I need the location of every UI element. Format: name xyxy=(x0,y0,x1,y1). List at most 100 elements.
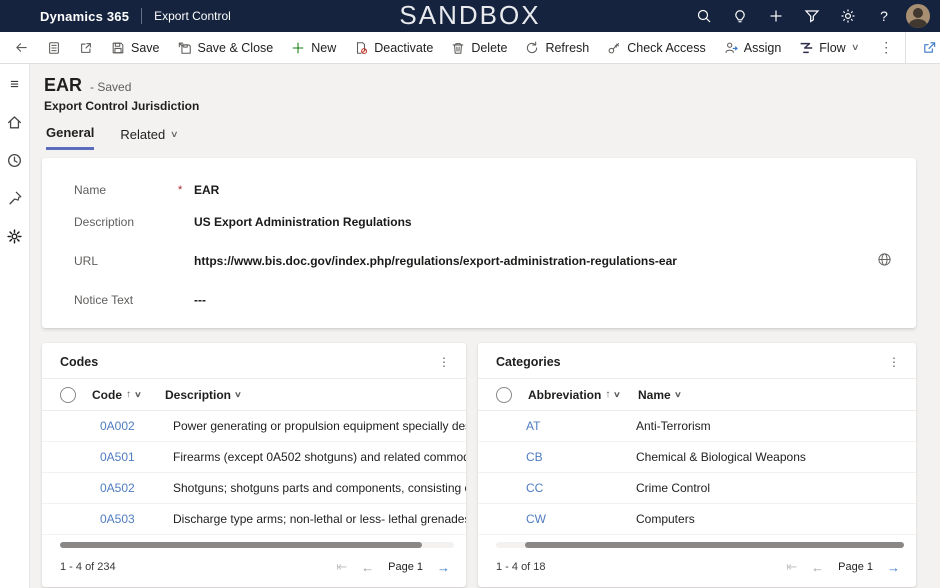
category-link[interactable]: CB xyxy=(526,450,636,464)
refresh-button[interactable]: Refresh xyxy=(516,32,598,63)
flow-button[interactable]: Flow ∨ xyxy=(790,32,867,63)
assign-button[interactable]: Assign xyxy=(715,32,791,63)
categories-column-abbreviation-label: Abbreviation xyxy=(528,388,601,402)
form-tabs: General Related ∨ xyxy=(46,125,940,150)
code-link[interactable]: 0A502 xyxy=(100,481,173,495)
home-icon[interactable] xyxy=(2,110,28,134)
codes-header-row: Code ↑ ∨ Description ∨ xyxy=(42,379,466,411)
recent-clock-icon[interactable] xyxy=(2,148,28,172)
categories-column-abbreviation[interactable]: Abbreviation ↑ ∨ xyxy=(528,388,638,402)
url-field-value[interactable]: https://www.bis.doc.gov/index.php/regula… xyxy=(194,254,877,268)
settings-area-gear-icon[interactable] xyxy=(2,224,28,248)
category-link[interactable]: AT xyxy=(526,419,636,433)
search-icon[interactable] xyxy=(686,0,722,32)
codes-column-code[interactable]: Code ↑ ∨ xyxy=(92,388,165,402)
save-and-close-button[interactable]: Save & Close xyxy=(169,32,283,63)
categories-horizontal-scrollbar[interactable] xyxy=(496,542,904,548)
first-page-icon[interactable]: ⇤ xyxy=(786,559,797,575)
column-chevron-icon: ∨ xyxy=(234,390,242,399)
table-row[interactable]: 0A502 Shotguns; shotguns parts and compo… xyxy=(42,473,466,504)
record-header: EAR - Saved Export Control Jurisdiction … xyxy=(30,64,940,150)
site-map-rail: ≡ xyxy=(0,64,30,588)
form-selector-icon[interactable] xyxy=(38,32,70,63)
share-button[interactable]: Share ∨ xyxy=(905,32,940,63)
categories-pagination: 1 - 4 of 18 ⇤ ← Page 1 → xyxy=(478,548,916,581)
delete-label: Delete xyxy=(471,41,507,55)
required-asterisk: * xyxy=(178,184,194,196)
code-link[interactable]: 0A002 xyxy=(100,419,173,433)
sort-ascending-icon: ↑ xyxy=(605,389,610,400)
sitemap-toggle-icon[interactable]: ≡ xyxy=(2,72,28,96)
categories-subgrid: Categories ⋮ Abbreviation ↑ ∨ Name ∨ xyxy=(478,343,916,587)
deactivate-button[interactable]: Deactivate xyxy=(345,32,442,63)
back-button[interactable] xyxy=(0,32,38,63)
description-field-value[interactable]: US Export Administration Regulations xyxy=(194,215,412,229)
codes-pagination: 1 - 4 of 234 ⇤ ← Page 1 → xyxy=(42,548,466,581)
categories-select-all-checkbox[interactable] xyxy=(496,387,512,403)
codes-horizontal-scrollbar[interactable] xyxy=(60,542,454,548)
table-row[interactable]: 0A503 Discharge type arms; non-lethal or… xyxy=(42,504,466,535)
first-page-icon[interactable]: ⇤ xyxy=(336,559,347,575)
name-field-value[interactable]: EAR xyxy=(194,183,219,197)
save-button[interactable]: Save xyxy=(102,32,169,63)
scrollbar-thumb[interactable] xyxy=(60,542,422,548)
notice-text-field-value[interactable]: --- xyxy=(194,293,206,307)
field-notice-text: Notice Text --- xyxy=(42,284,916,316)
new-button[interactable]: New xyxy=(282,32,345,63)
categories-column-name-label: Name xyxy=(638,388,671,402)
help-icon[interactable]: ? xyxy=(866,0,902,32)
pinned-pushpin-icon[interactable] xyxy=(2,186,28,210)
page-indicator: Page 1 xyxy=(388,561,423,573)
codes-column-description-label: Description xyxy=(165,388,231,402)
table-row[interactable]: 0A501 Firearms (except 0A502 shotguns) a… xyxy=(42,442,466,473)
name-field-label: Name xyxy=(74,183,178,197)
user-avatar[interactable] xyxy=(906,4,930,28)
codes-column-description[interactable]: Description ∨ xyxy=(165,388,241,402)
scrollbar-thumb[interactable] xyxy=(525,542,904,548)
flow-chevron-down-icon: ∨ xyxy=(851,42,860,53)
check-access-label: Check Access xyxy=(627,41,706,55)
quick-create-plus-icon[interactable] xyxy=(758,0,794,32)
open-in-new-window-icon[interactable] xyxy=(70,32,102,63)
category-name-cell: Anti-Terrorism xyxy=(636,419,916,433)
tab-general[interactable]: General xyxy=(46,125,94,150)
categories-more-commands-icon[interactable]: ⋮ xyxy=(888,355,900,369)
record-entity-name: Export Control Jurisdiction xyxy=(44,99,940,113)
codes-column-code-label: Code xyxy=(92,388,122,402)
previous-page-icon[interactable]: ← xyxy=(361,560,374,575)
codes-select-all-checkbox[interactable] xyxy=(60,387,76,403)
lightbulb-icon[interactable] xyxy=(722,0,758,32)
table-row[interactable]: CW Computers xyxy=(478,504,916,535)
codes-subgrid-title: Codes xyxy=(60,355,98,369)
categories-column-name[interactable]: Name ∨ xyxy=(638,388,681,402)
filter-icon[interactable] xyxy=(794,0,830,32)
category-name-cell: Computers xyxy=(636,512,916,526)
description-field-label: Description xyxy=(74,215,178,229)
code-link[interactable]: 0A501 xyxy=(100,450,173,464)
table-row[interactable]: CB Chemical & Biological Weapons xyxy=(478,442,916,473)
new-label: New xyxy=(311,41,336,55)
category-link[interactable]: CC xyxy=(526,481,636,495)
code-description-cell: Power generating or propulsion equipment… xyxy=(173,419,466,433)
next-page-icon[interactable]: → xyxy=(437,560,450,575)
tab-related[interactable]: Related ∨ xyxy=(120,125,177,150)
settings-gear-icon[interactable] xyxy=(830,0,866,32)
table-row[interactable]: 0A002 Power generating or propulsion equ… xyxy=(42,411,466,442)
table-row[interactable]: CC Crime Control xyxy=(478,473,916,504)
next-page-icon[interactable]: → xyxy=(887,560,900,575)
app-name[interactable]: Export Control xyxy=(154,9,231,23)
top-navigation-bar: Dynamics 365 Export Control SANDBOX ? xyxy=(0,0,940,32)
more-commands-icon[interactable]: ⋮ xyxy=(867,39,905,56)
open-url-globe-icon[interactable] xyxy=(877,252,892,270)
previous-page-icon[interactable]: ← xyxy=(811,560,824,575)
field-name: Name * EAR xyxy=(42,174,916,206)
table-row[interactable]: AT Anti-Terrorism xyxy=(478,411,916,442)
related-chevron-down-icon: ∨ xyxy=(170,129,179,140)
codes-more-commands-icon[interactable]: ⋮ xyxy=(438,355,450,369)
code-link[interactable]: 0A503 xyxy=(100,512,173,526)
dynamics-365-brand[interactable]: Dynamics 365 xyxy=(40,9,129,24)
category-link[interactable]: CW xyxy=(526,512,636,526)
check-access-button[interactable]: Check Access xyxy=(598,32,715,63)
category-name-cell: Crime Control xyxy=(636,481,916,495)
delete-button[interactable]: Delete xyxy=(442,32,516,63)
